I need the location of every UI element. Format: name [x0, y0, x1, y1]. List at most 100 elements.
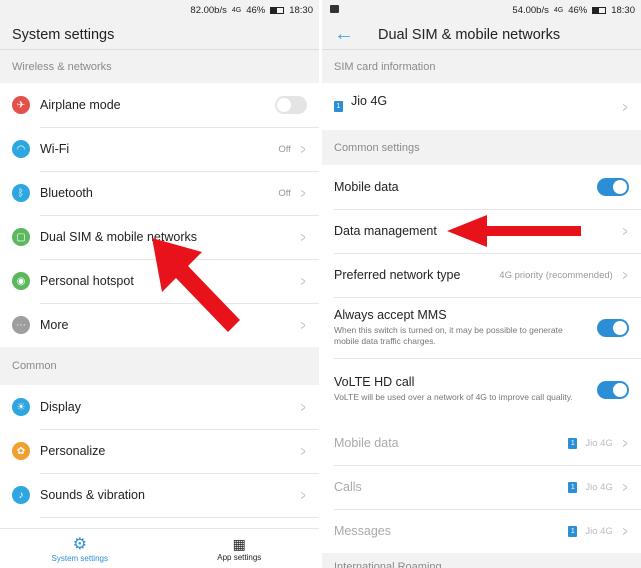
section-common: Common [12, 360, 57, 372]
list-item[interactable]: ♪ Sounds & vibration > [0, 473, 319, 517]
chevron-right-icon: > [300, 229, 306, 245]
battery-level: 46% [568, 4, 588, 16]
battery-level: 46% [246, 4, 266, 16]
row-label: Preferred network type [334, 268, 461, 282]
volte-row[interactable]: VoLTE HD call VoLTE will be used over a n… [322, 358, 641, 421]
clock: 18:30 [611, 4, 635, 16]
list-item[interactable]: ✿ Personalize > [0, 429, 319, 473]
section-wireless: Wireless & networks [12, 60, 112, 73]
default-sim-row[interactable]: Messages 1 Jio 4G > [322, 509, 641, 553]
status-bar: 54.00b/s 4G 46% 18:30 [322, 0, 641, 20]
sim-card-row[interactable]: 1 Jio 4G > [322, 83, 641, 130]
row-label: Bluetooth [40, 186, 93, 200]
wifi-icon: ◠ [12, 140, 30, 158]
grid-icon: ▦ [232, 535, 246, 552]
list-item[interactable]: ✈ Airplane mode [0, 83, 319, 127]
clock: 18:30 [289, 4, 313, 16]
row-label: Personalize [40, 444, 106, 458]
chevron-right-icon: > [300, 399, 306, 415]
chevron-right-icon: > [300, 273, 306, 289]
toggle[interactable] [275, 96, 307, 114]
list-item[interactable]: ☀ Display > [0, 385, 319, 429]
volte-toggle[interactable] [597, 380, 629, 399]
tab-label: System settings [51, 554, 108, 563]
signal-icon: 4G [553, 6, 564, 14]
section-common-settings: Common settings [334, 141, 420, 154]
chevron-right-icon: > [300, 443, 306, 459]
mobile-data-toggle[interactable] [597, 178, 629, 196]
gear-icon: ⚙ [72, 536, 87, 553]
signal-icon: 4G [231, 6, 242, 14]
sim1-icon: 1 [334, 101, 343, 112]
display-icon: ☀ [12, 398, 30, 416]
list-item[interactable]: ▢ Dual SIM & mobile networks > [0, 215, 319, 259]
chevron-right-icon: > [622, 479, 628, 495]
system-settings-screen: 82.00b/s 4G 46% 18:30 System settings Wi… [0, 0, 319, 568]
chevron-right-icon: > [622, 435, 628, 451]
list-item[interactable]: ◉ Personal hotspot > [0, 259, 319, 303]
airplane-icon: ✈ [12, 96, 30, 114]
row-value: Jio 4G [585, 481, 613, 493]
sound-icon: ♪ [12, 486, 30, 504]
chevron-right-icon: > [622, 98, 628, 115]
default-sim-row[interactable]: Calls 1 Jio 4G > [322, 465, 641, 509]
sim-icon: ▢ [12, 228, 30, 246]
section-roaming: International Roaming [334, 561, 442, 568]
back-arrow-icon[interactable]: ← [334, 23, 354, 46]
row-label: Airplane mode [40, 98, 121, 112]
row-label: Wi-Fi [40, 142, 70, 156]
chevron-right-icon: > [300, 487, 306, 503]
row-label: Always accept MMS [334, 307, 447, 322]
list-item[interactable]: ◠ Wi-Fi Off > [0, 127, 319, 171]
battery-icon [270, 6, 285, 14]
sim1-icon: 1 [568, 437, 578, 449]
section-sim-info: SIM card information [334, 60, 436, 73]
mms-toggle[interactable] [597, 318, 629, 337]
row-label: Calls [334, 480, 362, 494]
row-label: Sounds & vibration [40, 488, 145, 502]
net-speed: 82.00b/s [190, 4, 227, 16]
page-title: Dual SIM & mobile networks [378, 26, 561, 43]
sim1-icon: 1 [568, 481, 578, 493]
row-label: More [40, 318, 69, 332]
mms-row[interactable]: Always accept MMS When this switch is tur… [322, 297, 641, 358]
row-value: Off [278, 187, 291, 199]
row-value: Jio 4G [585, 525, 613, 537]
tab-system-settings[interactable]: ⚙ System settings [0, 529, 160, 568]
row-label: Personal hotspot [40, 274, 134, 288]
more-icon: ⋯ [12, 316, 30, 334]
row-value: Off [278, 143, 291, 155]
personalize-icon: ✿ [12, 442, 30, 460]
hotspot-icon: ◉ [12, 272, 30, 290]
page-title: System settings [0, 20, 319, 50]
list-item[interactable]: ᛒ Bluetooth Off > [0, 171, 319, 215]
row-label: Mobile data [334, 180, 399, 194]
list-item[interactable]: ⋯ More > [0, 303, 319, 347]
net-speed: 54.00b/s [512, 4, 549, 16]
chevron-right-icon: > [622, 267, 628, 283]
row-description: When this switch is turned on, it may be… [334, 324, 563, 346]
row-label: Display [40, 400, 81, 414]
status-bar: 82.00b/s 4G 46% 18:30 [0, 0, 319, 20]
battery-icon [592, 6, 607, 14]
bottom-nav: ⚙ System settings ▦ App settings [0, 528, 319, 568]
row-label: Dual SIM & mobile networks [40, 230, 198, 244]
sim1-icon: 1 [568, 525, 578, 537]
chevron-right-icon: > [300, 185, 306, 201]
chevron-right-icon: > [622, 523, 628, 539]
dual-sim-screen: 54.00b/s 4G 46% 18:30 ← Dual SIM & mobile… [322, 0, 641, 568]
tab-label: App settings [217, 552, 262, 562]
sim-name: Jio 4G [351, 93, 388, 108]
default-sim-row[interactable]: Mobile data 1 Jio 4G > [322, 421, 641, 465]
row-label: VoLTE HD call [334, 375, 415, 390]
row-value: Jio 4G [585, 437, 613, 449]
mobile-data-row[interactable]: Mobile data [322, 165, 641, 209]
chevron-right-icon: > [300, 317, 306, 333]
preferred-network-row[interactable]: Preferred network type 4G priority (recom… [322, 253, 641, 297]
row-label: Mobile data [334, 436, 399, 450]
row-label: Data management [334, 224, 437, 238]
image-notification-icon [330, 5, 339, 13]
data-management-row[interactable]: Data management > [322, 209, 641, 253]
tab-app-settings[interactable]: ▦ App settings [160, 529, 320, 568]
bluetooth-icon: ᛒ [12, 184, 30, 202]
